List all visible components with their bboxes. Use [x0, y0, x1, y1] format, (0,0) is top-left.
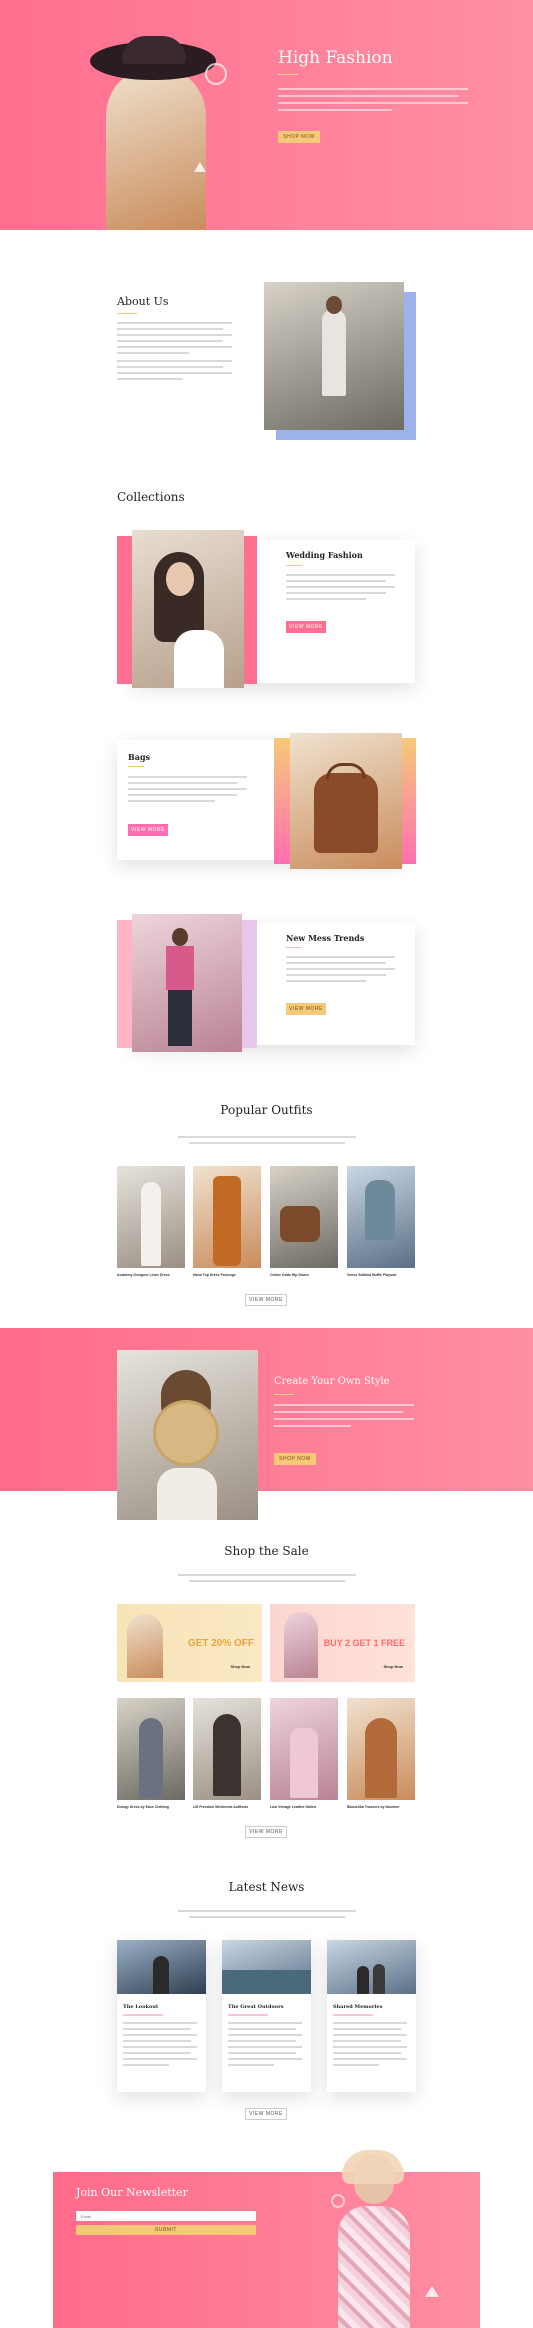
newsletter-submit-button[interactable]: SUBMIT [76, 2225, 256, 2235]
create-shop-button[interactable]: SHOP NOW [274, 1453, 316, 1465]
sale-item-image [117, 1698, 185, 1800]
banner-headline: GET 20% OFF [187, 1638, 254, 1649]
about-underline [117, 313, 137, 314]
news-meta [228, 2014, 268, 2016]
wedding-text [286, 574, 400, 604]
news-post-title: Shared Memories [333, 2004, 383, 2010]
newsletter-title: Join Our Newsletter [76, 2186, 188, 2199]
hero-text [278, 88, 468, 111]
sale-item-card[interactable]: Last Vintage Leather Nailed [270, 1698, 338, 1809]
hero-shop-button[interactable]: SHOP NOW [278, 131, 320, 143]
sale-title: Shop the Sale [224, 1544, 309, 1558]
sale-item-label: Lift Freedom Weekends Aufflows [193, 1805, 249, 1809]
banner-link[interactable]: Shop Now [383, 1664, 403, 1669]
popular-title: Popular Outfits [220, 1103, 313, 1117]
banner-link[interactable]: Shop Now [230, 1664, 250, 1669]
wedding-image [132, 530, 244, 688]
sale-item-card[interactable]: Lift Freedom Weekends Aufflows [193, 1698, 261, 1809]
hero-title: High Fashion [278, 48, 393, 68]
popular-subtitle [178, 1136, 356, 1144]
sale-item-image [270, 1698, 338, 1800]
hero-ring-decoration [205, 63, 227, 85]
news-post-title: The Great Outdoors [228, 2004, 284, 2010]
news-view-more-button[interactable]: VIEW MORE [245, 2108, 287, 2120]
outfit-card[interactable]: Venus Sailbird Buffle Playsuit [347, 1166, 415, 1277]
news-excerpt [123, 2022, 200, 2066]
trends-view-more-button[interactable]: VIEW MORE [286, 1003, 326, 1015]
wedding-underline [286, 565, 302, 566]
trends-text [286, 956, 400, 986]
about-image [264, 282, 404, 430]
news-meta [333, 2014, 373, 2016]
trends-image [132, 914, 242, 1052]
bags-view-more-button[interactable]: VIEW MORE [128, 824, 168, 836]
banner-image [127, 1614, 163, 1678]
wedding-title: Wedding Fashion [286, 550, 363, 560]
sale-view-more-button[interactable]: VIEW MORE [245, 1826, 287, 1838]
sale-item-card[interactable]: Babushka Trousers by Nosimm [347, 1698, 415, 1809]
hero-section: High Fashion SHOP NOW [0, 0, 533, 230]
collections-title: Collections [117, 490, 185, 504]
hero-triangle-decoration [194, 162, 206, 172]
outfit-label: Hand Top Dress Prolonge [193, 1273, 236, 1277]
hero-title-underline [278, 74, 298, 75]
create-image [117, 1350, 258, 1520]
news-title: Latest News [228, 1880, 305, 1894]
news-image [117, 1940, 206, 1994]
sale-item-image [193, 1698, 261, 1800]
sale-item-label: Babushka Trousers by Nosimm [347, 1805, 400, 1809]
create-text [274, 1404, 414, 1427]
news-subtitle [178, 1910, 356, 1918]
sale-banner-discount[interactable]: GET 20% OFF Shop Now [117, 1604, 262, 1682]
sale-subtitle [178, 1574, 356, 1582]
outfit-label: Online Odds Hip Shoes [270, 1273, 309, 1277]
outfit-label: Venus Sailbird Buffle Playsuit [347, 1273, 397, 1277]
banner-image [284, 1612, 318, 1678]
outfit-card[interactable]: Hand Top Dress Prolonge [193, 1166, 261, 1277]
news-excerpt [333, 2022, 410, 2066]
hero-image [86, 36, 216, 230]
news-excerpt [228, 2022, 305, 2066]
newsletter-email-input[interactable] [76, 2211, 256, 2221]
bags-text [128, 776, 252, 806]
create-title: Create Your Own Style [274, 1376, 390, 1387]
bags-title: Bags [128, 752, 151, 762]
popular-view-more-button[interactable]: VIEW MORE [245, 1294, 287, 1306]
outfit-label: Academy Designer Linen Dress [117, 1273, 170, 1277]
news-image [327, 1940, 416, 1994]
trends-underline [286, 947, 302, 948]
news-post-title: The Lookout [123, 2004, 159, 2010]
news-image [222, 1940, 311, 1994]
create-underline [274, 1394, 294, 1395]
about-section: About Us [0, 230, 533, 470]
sale-banner-bogo[interactable]: BUY 2 GET 1 FREE Shop Now [270, 1604, 415, 1682]
news-meta [123, 2014, 163, 2016]
trends-title: New Mess Trends [286, 933, 365, 943]
outfit-image [117, 1166, 185, 1268]
outfit-card[interactable]: Academy Designer Linen Dress [117, 1166, 185, 1277]
sale-item-image [347, 1698, 415, 1800]
sale-item-label: Dumpy Dress by Ease Clothing [117, 1805, 169, 1809]
bags-underline [128, 766, 144, 767]
outfit-image [347, 1166, 415, 1268]
wedding-view-more-button[interactable]: VIEW MORE [286, 621, 326, 633]
outfit-image [270, 1166, 338, 1268]
create-section [0, 1328, 533, 1491]
outfit-card[interactable]: Online Odds Hip Shoes [270, 1166, 338, 1277]
news-card[interactable]: Shared Memories [327, 1940, 416, 2092]
bags-image [290, 733, 402, 869]
outfit-image [193, 1166, 261, 1268]
sale-item-label: Last Vintage Leather Nailed [270, 1805, 316, 1809]
news-card[interactable]: The Great Outdoors [222, 1940, 311, 2092]
about-title: About Us [117, 295, 169, 308]
about-text [117, 322, 237, 384]
banner-headline: BUY 2 GET 1 FREE [323, 1638, 405, 1648]
sale-item-card[interactable]: Dumpy Dress by Ease Clothing [117, 1698, 185, 1809]
newsletter-model-image [320, 2150, 430, 2328]
news-card[interactable]: The Lookout [117, 1940, 206, 2092]
